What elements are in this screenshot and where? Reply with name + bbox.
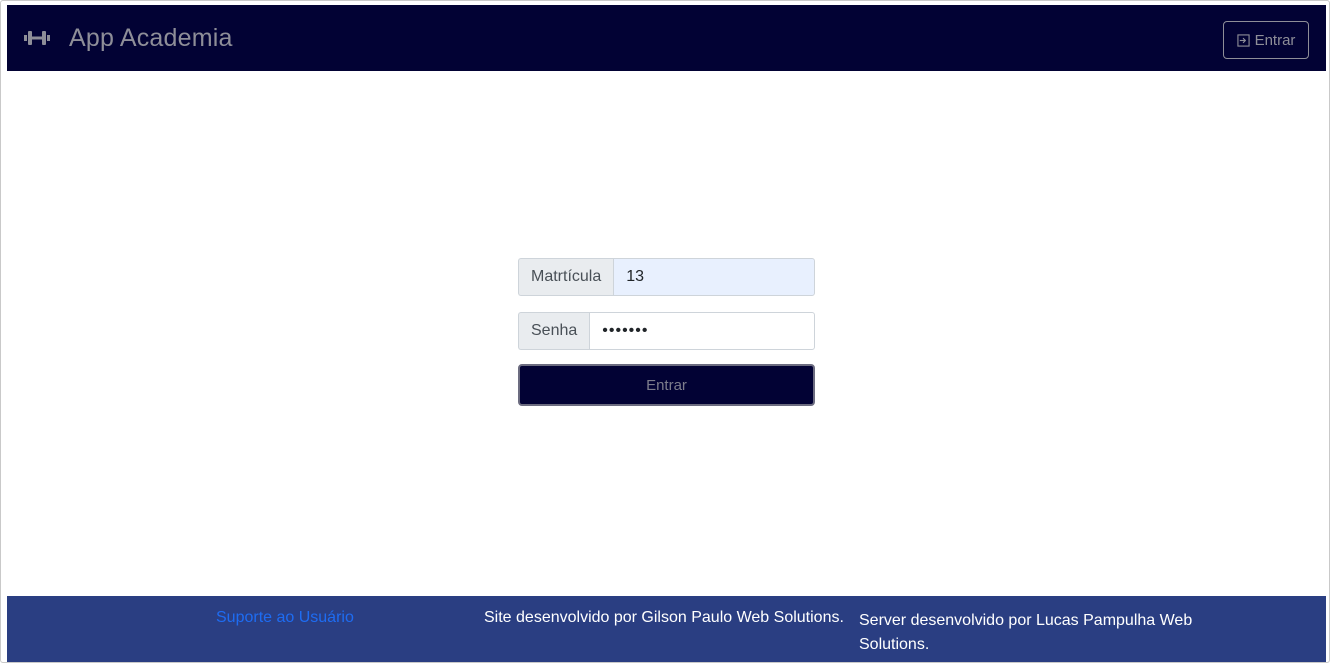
senha-input[interactable]: [589, 312, 815, 350]
dumbbell-icon: [24, 31, 50, 45]
top-navbar: App Academia Entrar: [7, 5, 1326, 71]
login-submit-button[interactable]: Entrar: [518, 364, 815, 406]
matricula-input[interactable]: [613, 258, 815, 296]
support-link[interactable]: Suporte ao Usuário: [216, 609, 354, 627]
senha-group: Senha: [518, 312, 815, 350]
senha-label: Senha: [518, 312, 590, 350]
header-login-label: Entrar: [1254, 31, 1296, 49]
login-form: Matrtícula Senha Entrar: [518, 258, 815, 406]
site-credit: Site desenvolvido por Gilson Paulo Web S…: [484, 609, 844, 626]
sign-in-icon: [1236, 33, 1250, 47]
page-frame: App Academia Entrar Matrtícula Senha Ent…: [0, 0, 1330, 663]
page-footer: Suporte ao Usuário Site desenvolvido por…: [7, 596, 1326, 662]
matricula-group: Matrtícula: [518, 258, 815, 296]
header-login-button[interactable]: Entrar: [1223, 21, 1309, 59]
server-credit: Server desenvolvido por Lucas Pampulha W…: [859, 612, 1193, 653]
matricula-label: Matrtícula: [518, 258, 614, 296]
app-title: App Academia: [69, 23, 233, 52]
brand[interactable]: App Academia: [24, 24, 233, 53]
